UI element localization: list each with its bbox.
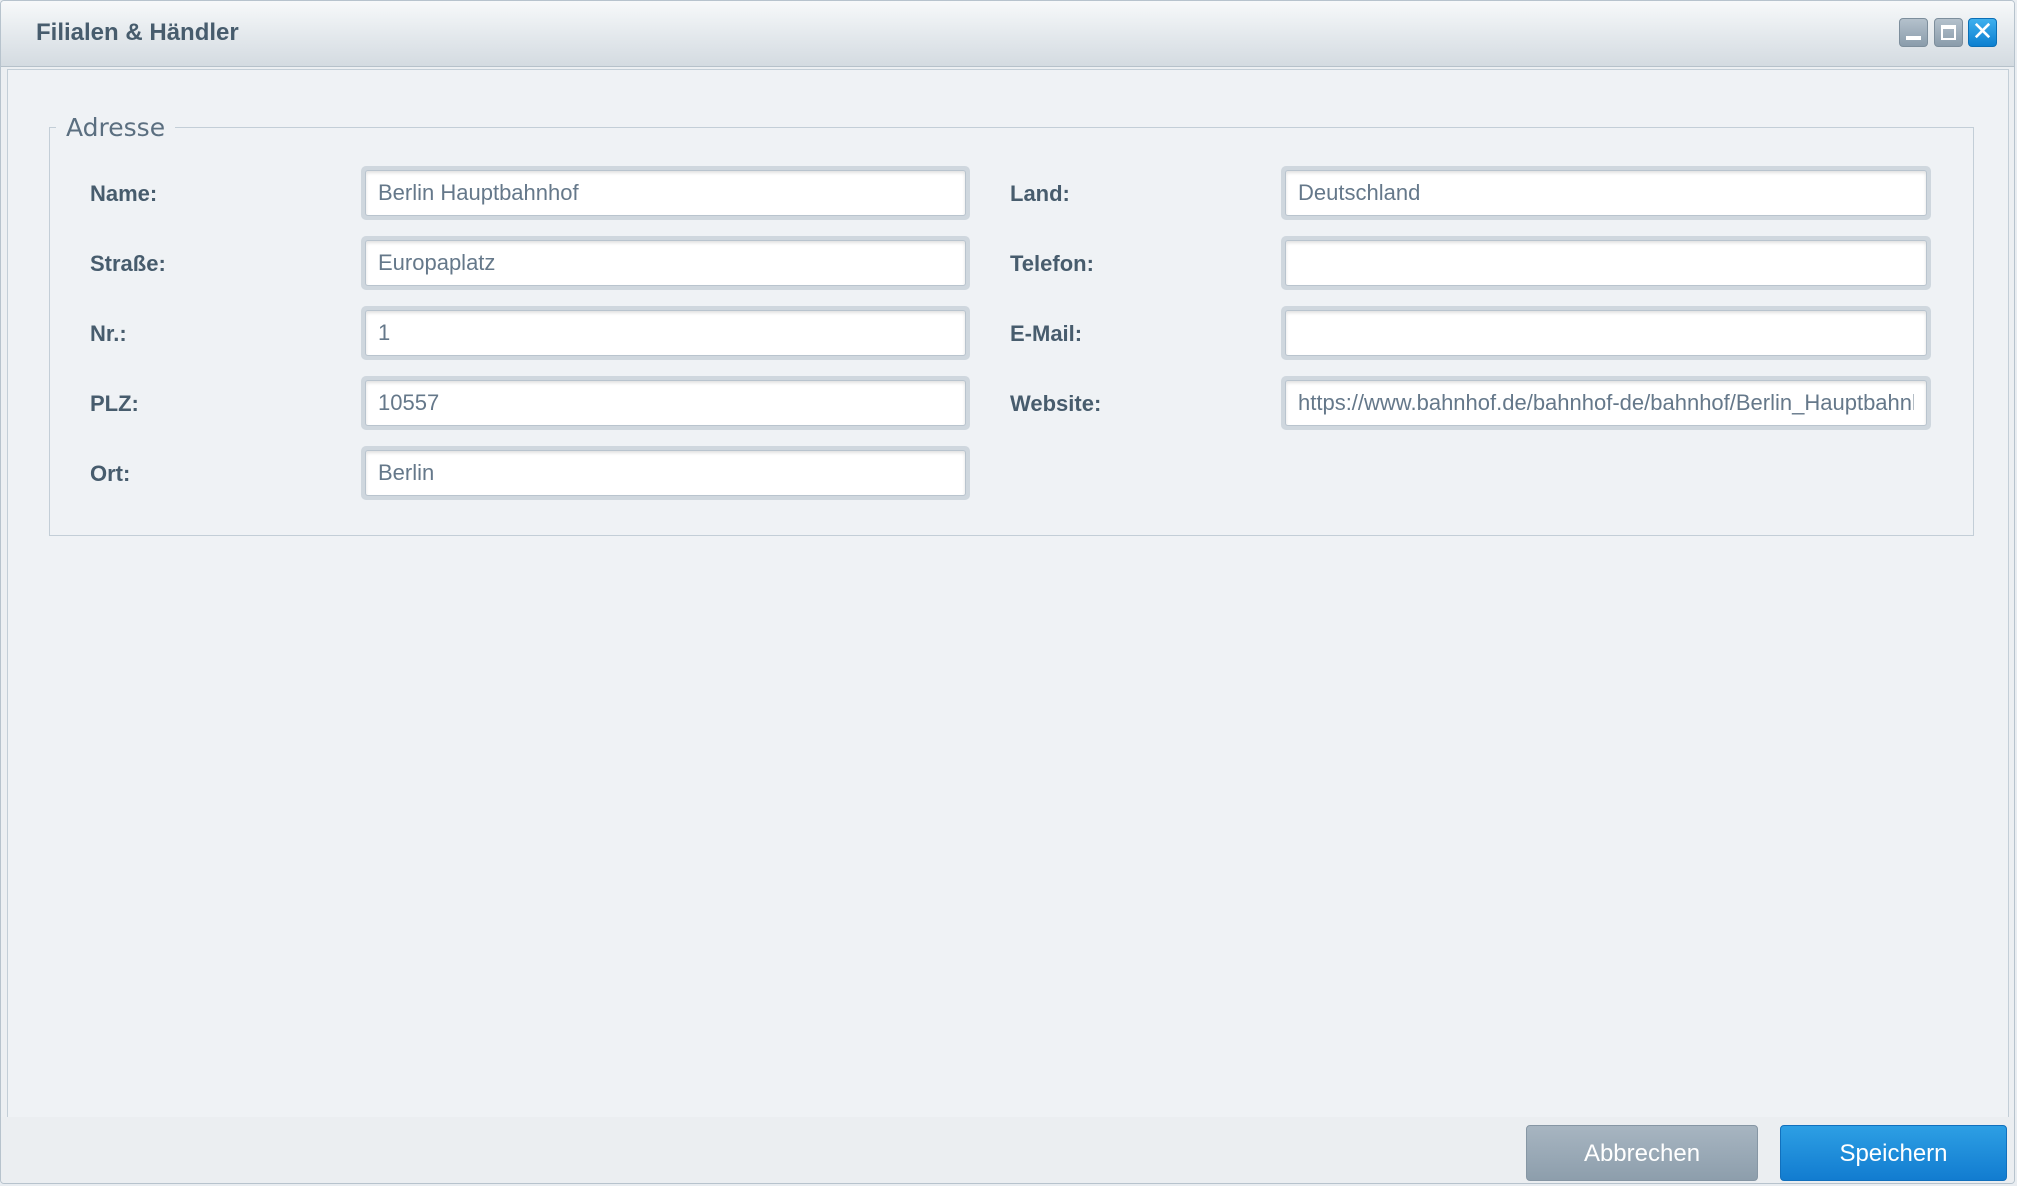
website-field-frame <box>1281 376 1931 430</box>
land-input[interactable] <box>1285 170 1927 216</box>
website-label: Website: <box>1010 391 1102 416</box>
name-field-frame <box>361 166 970 220</box>
dialog-content: Adresse Name: Straße: Nr.: PLZ: Ort: Lan… <box>7 69 2009 1118</box>
plz-input[interactable] <box>365 380 966 426</box>
name-label: Name: <box>90 181 158 206</box>
website-input[interactable] <box>1285 380 1927 426</box>
strasse-label: Straße: <box>90 251 166 276</box>
close-icon: ✕ <box>1971 17 1994 47</box>
minimize-icon <box>1906 36 1921 40</box>
title-bar[interactable]: Filialen & Händler ✕ <box>1 1 2014 67</box>
email-label: E-Mail: <box>1010 321 1083 346</box>
name-input[interactable] <box>365 170 966 216</box>
telefon-input[interactable] <box>1285 240 1927 286</box>
email-field-frame <box>1281 306 1931 360</box>
minimize-button[interactable] <box>1899 18 1928 47</box>
land-field-frame <box>1281 166 1931 220</box>
nr-input[interactable] <box>365 310 966 356</box>
strasse-field-frame <box>361 236 970 290</box>
telefon-label: Telefon: <box>1010 251 1094 276</box>
ort-label: Ort: <box>90 461 131 486</box>
ort-field-frame <box>361 446 970 500</box>
close-button[interactable]: ✕ <box>1968 18 1997 47</box>
fieldset-legend: Adresse <box>56 113 176 142</box>
nr-field-frame <box>361 306 970 360</box>
maximize-button[interactable] <box>1934 18 1963 47</box>
maximize-icon <box>1941 25 1956 40</box>
window-title: Filialen & Händler <box>36 19 239 46</box>
dialog-window: Filialen & Händler ✕ Adresse Name: Straß… <box>0 0 2015 1184</box>
ort-input[interactable] <box>365 450 966 496</box>
nr-label: Nr.: <box>90 321 127 346</box>
cancel-button[interactable]: Abbrechen <box>1526 1125 1758 1181</box>
strasse-input[interactable] <box>365 240 966 286</box>
plz-field-frame <box>361 376 970 430</box>
telefon-field-frame <box>1281 236 1931 290</box>
save-button[interactable]: Speichern <box>1780 1125 2007 1181</box>
plz-label: PLZ: <box>90 391 139 416</box>
email-input[interactable] <box>1285 310 1927 356</box>
land-label: Land: <box>1010 181 1070 206</box>
